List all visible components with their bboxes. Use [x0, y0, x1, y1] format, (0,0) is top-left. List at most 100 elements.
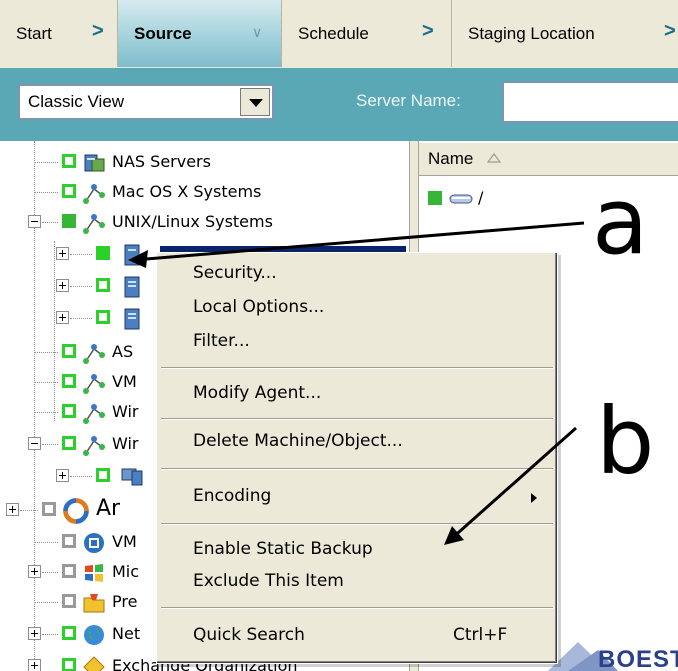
expand-icon[interactable] [28, 627, 41, 640]
sync-icon [63, 498, 89, 524]
menu-item-encoding[interactable]: Encoding [193, 486, 271, 506]
checkbox[interactable] [62, 564, 76, 578]
network-icon [83, 436, 105, 456]
tab-staging-location[interactable]: Staging Location > [452, 0, 678, 67]
network-icon [83, 184, 105, 204]
vm-icon [84, 533, 104, 553]
tree-item-unix-linux[interactable]: UNIX/Linux Systems [0, 209, 410, 237]
column-header-name[interactable]: Name [428, 149, 473, 169]
tab-schedule[interactable]: Schedule > [282, 0, 452, 67]
tree-item-label: Mic [112, 562, 140, 581]
network-icon [83, 374, 105, 394]
tree-item-nas-servers[interactable]: NAS Servers [0, 149, 410, 177]
tab-start[interactable]: Start > [0, 0, 118, 67]
server-icon [124, 244, 140, 266]
checkbox[interactable] [62, 626, 76, 640]
menu-item-enable-static-backup[interactable]: Enable Static Backup [193, 539, 373, 559]
collapse-icon[interactable] [28, 215, 41, 228]
server-name-label: Server Name: [356, 91, 461, 110]
checkbox[interactable] [96, 310, 110, 324]
tree-item-label: Pre [112, 592, 138, 611]
tree-item-label: NAS Servers [112, 152, 211, 171]
expand-icon[interactable] [6, 503, 19, 516]
tab-staging-location-label: Staging Location [468, 23, 595, 43]
nas-server-icon [84, 154, 105, 172]
chevron-right-icon: > [92, 20, 104, 42]
expand-icon[interactable] [56, 247, 69, 260]
menu-item-security[interactable]: Security... [193, 263, 277, 283]
network-icon [83, 404, 105, 424]
checkbox[interactable] [62, 184, 76, 198]
expand-icon[interactable] [28, 659, 41, 671]
tree-item-label: UNIX/Linux Systems [112, 212, 273, 231]
checkbox[interactable] [96, 468, 110, 482]
checkbox[interactable] [62, 344, 76, 358]
expand-icon[interactable] [56, 469, 69, 482]
server-name-input[interactable] [502, 81, 678, 123]
tab-source[interactable]: Source ∨ [118, 0, 282, 67]
checkbox[interactable] [428, 191, 442, 205]
tree-item-label: Wir [112, 402, 139, 421]
drive-icon [449, 194, 473, 204]
banner-text: BOESTO [598, 646, 678, 671]
tree-item-label: VM [112, 532, 137, 551]
expand-icon[interactable] [28, 565, 41, 578]
checkbox[interactable] [96, 278, 110, 292]
file-list-item-label: / [478, 188, 484, 207]
checkbox[interactable] [62, 154, 76, 168]
microsoft-icon [85, 564, 103, 582]
tree-item-label: Net [112, 624, 141, 643]
tab-schedule-label: Schedule [298, 23, 369, 43]
menu-item-local-options[interactable]: Local Options... [193, 297, 324, 317]
wizard-tab-strip: Start > Source ∨ Schedule > Staging Loca… [0, 0, 678, 69]
tree-item-label: VM [112, 372, 137, 391]
tree-item-label: Wir [112, 434, 139, 453]
view-select-value: Classic View [28, 92, 125, 111]
menu-item-filter[interactable]: Filter... [193, 331, 250, 351]
dropdown-arrow-icon[interactable] [240, 88, 270, 116]
tab-start-label: Start [16, 23, 52, 43]
menu-separator [161, 418, 553, 420]
expand-icon[interactable] [56, 279, 69, 292]
tab-source-label: Source [134, 23, 192, 43]
exchange-icon [83, 656, 105, 671]
server-icon [124, 276, 140, 298]
vendor-banner: BOESTO [548, 632, 678, 671]
chevron-right-icon: > [422, 20, 434, 42]
menu-separator [161, 468, 553, 470]
network-icon [83, 214, 105, 234]
server-icon [124, 308, 140, 330]
checkbox[interactable] [62, 214, 76, 228]
submenu-arrow-icon [531, 493, 537, 503]
tree-item-label: Mac OS X Systems [112, 182, 262, 201]
annotation-label-a: a [592, 168, 649, 275]
chevron-right-icon: > [664, 20, 676, 42]
checkbox[interactable] [62, 374, 76, 388]
checkbox[interactable] [96, 246, 110, 260]
menu-separator [161, 523, 553, 525]
view-select[interactable]: Classic View [18, 84, 274, 120]
checkbox[interactable] [62, 534, 76, 548]
checkbox[interactable] [62, 404, 76, 418]
menu-item-quick-search[interactable]: Quick Search [193, 625, 305, 645]
chevron-down-icon: ∨ [252, 24, 263, 40]
menu-item-exclude-this-item[interactable]: Exclude This Item [193, 571, 344, 591]
checkbox[interactable] [62, 658, 76, 671]
globe-icon [84, 625, 104, 645]
computer-icon [121, 468, 143, 486]
expand-icon[interactable] [56, 311, 69, 324]
network-icon [83, 344, 105, 364]
menu-separator [161, 367, 553, 369]
tree-item-label: Ar [96, 496, 121, 521]
checkbox[interactable] [62, 594, 76, 608]
menu-item-delete-machine-object[interactable]: Delete Machine/Object... [193, 431, 403, 451]
menu-separator [161, 607, 553, 609]
annotation-label-b: b [596, 388, 655, 495]
tree-item-mac-os-x[interactable]: Mac OS X Systems [0, 179, 410, 207]
folder-icon [83, 594, 105, 613]
collapse-icon[interactable] [28, 437, 41, 450]
checkbox[interactable] [42, 502, 56, 516]
sort-ascending-icon [487, 153, 501, 163]
checkbox[interactable] [62, 436, 76, 450]
menu-item-modify-agent[interactable]: Modify Agent... [193, 383, 321, 403]
